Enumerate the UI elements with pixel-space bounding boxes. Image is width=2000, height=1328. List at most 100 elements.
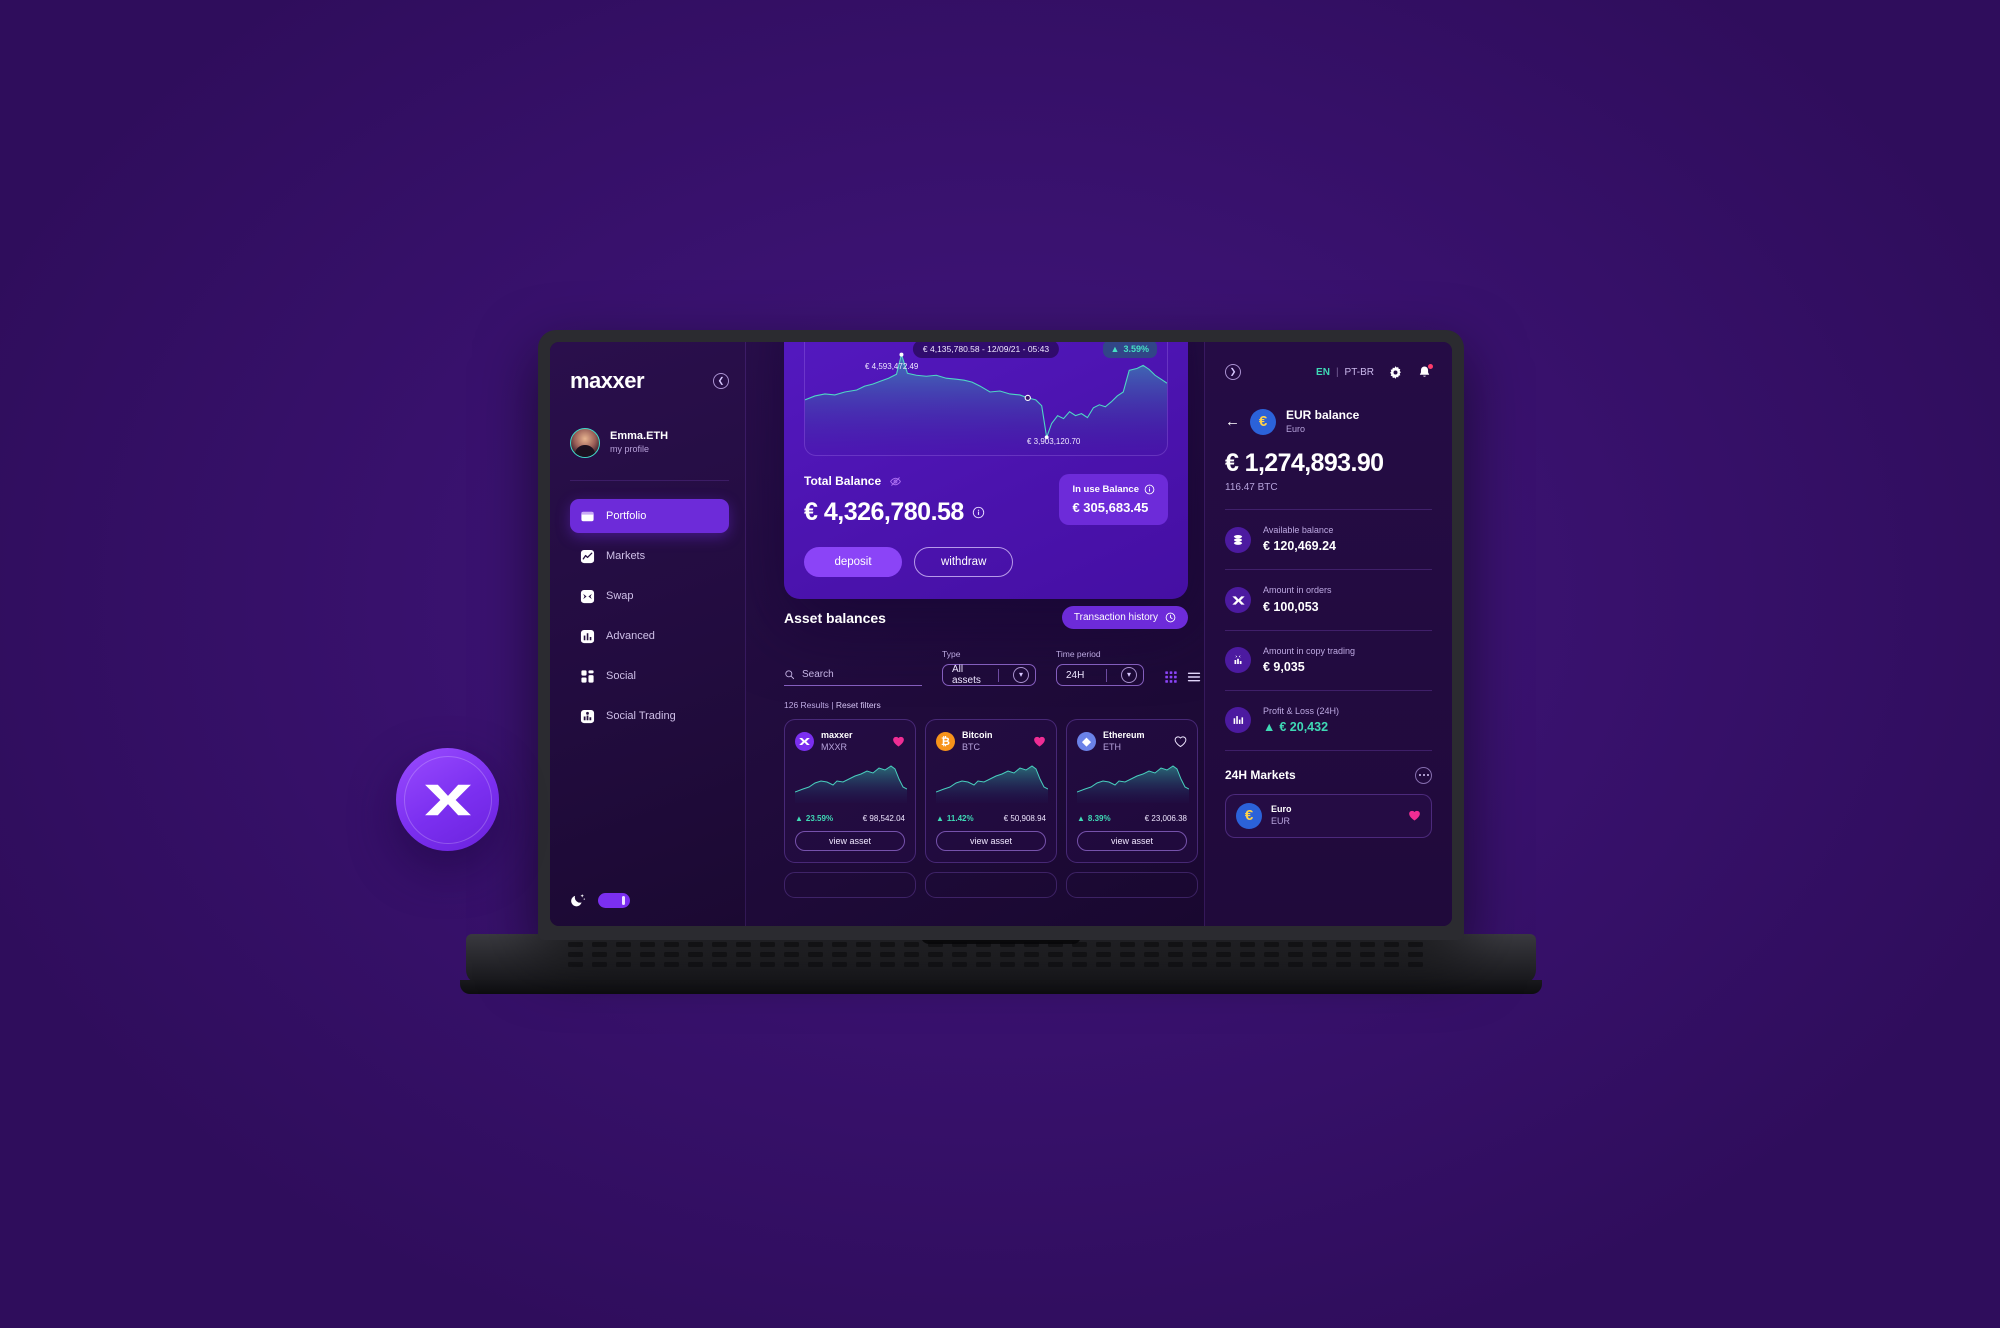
right-panel: ❯ EN | PT-BR ← € EUR balance Euro € 1,27… <box>1204 342 1452 926</box>
search-input[interactable]: Search <box>784 669 922 686</box>
sidebar-item-markets[interactable]: Markets <box>570 539 729 573</box>
moon-stars-icon <box>571 894 586 907</box>
time-filter-label: Time period <box>1056 649 1101 659</box>
copy-trading-icon <box>1225 647 1251 674</box>
currency-balance: € 1,274,893.90 <box>1225 449 1384 478</box>
stat-amount-in-orders: Amount in orders € 100,053 <box>1225 570 1432 631</box>
asset-card-header: ◆ Ethereum ETH <box>1077 730 1187 753</box>
dark-mode-toggle[interactable] <box>598 892 630 908</box>
in-use-balance-value: € 305,683.45 <box>1072 500 1149 515</box>
chevron-right-circle-icon[interactable]: ❯ <box>1225 364 1241 380</box>
main-content: Portfolio 13/09/21 - 18/09/21 ▾ <box>746 342 1204 926</box>
total-balance-value-row: € 4,326,780.58 <box>804 498 985 527</box>
portfolio-card: Portfolio 13/09/21 - 18/09/21 ▾ <box>784 342 1188 599</box>
up-arrow-icon: ▲ <box>1263 719 1276 734</box>
coin-icon-eur: € <box>1250 408 1276 435</box>
floating-logo-badge <box>396 748 499 851</box>
view-mode-toggles <box>1164 670 1201 686</box>
heart-filled-icon[interactable] <box>892 735 905 748</box>
sidebar-item-advanced[interactable]: Advanced <box>570 619 729 653</box>
asset-card-stats: ▲ 11.42% € 50,908.94 <box>936 814 1046 823</box>
stat-value: € 120,469.24 <box>1263 539 1336 554</box>
sidebar-item-label: Portfolio <box>606 510 647 522</box>
notifications[interactable] <box>1417 363 1433 380</box>
asset-symbol: BTC <box>962 741 980 752</box>
view-asset-button[interactable]: view asset <box>936 831 1046 852</box>
asset-symbol: ETH <box>1103 741 1121 752</box>
info-icon[interactable] <box>972 506 985 519</box>
asset-card[interactable]: ◆ Ethereum ETH ▲ 8.39% € 23,006.38 view … <box>1066 719 1198 864</box>
language-en[interactable]: EN <box>1316 367 1330 378</box>
language-switcher[interactable]: EN | PT-BR <box>1316 367 1374 378</box>
search-icon <box>785 670 795 680</box>
view-asset-button[interactable]: view asset <box>795 831 905 852</box>
asset-card[interactable] <box>925 872 1057 899</box>
sidebar-collapse-icon[interactable]: ❮ <box>713 373 729 389</box>
chevron-down-circle-icon[interactable]: ▾ <box>1013 667 1029 683</box>
time-filter-select[interactable]: 24H ▾ <box>1056 664 1144 686</box>
transaction-history-button[interactable]: Transaction history <box>1061 606 1188 629</box>
action-buttons: deposit withdraw <box>804 547 1168 577</box>
profile-name: Emma.ETH <box>610 430 669 443</box>
stat-label: Amount in orders <box>1263 585 1332 596</box>
market-row[interactable]: € Euro EUR <box>1225 793 1432 838</box>
type-filter-select[interactable]: All assets ▾ <box>942 664 1036 686</box>
coin-icon-eur: € <box>1236 802 1262 829</box>
heart-filled-icon[interactable] <box>1033 735 1046 748</box>
sidebar-item-swap[interactable]: Swap <box>570 579 729 613</box>
user-profile[interactable]: Emma.ETH my profile <box>570 428 729 481</box>
change-value: 3.59% <box>1123 344 1149 354</box>
withdraw-button[interactable]: withdraw <box>914 547 1014 577</box>
results-count: 126 Results <box>784 700 829 710</box>
sidebar-item-label: Advanced <box>606 630 655 642</box>
coins-stack-icon <box>1225 526 1251 553</box>
asset-card[interactable] <box>784 872 916 899</box>
sidebar-item-social-trading[interactable]: Social Trading <box>570 699 729 733</box>
market-symbol: EUR <box>1271 815 1291 826</box>
chart-high-label: € 4,593,472.49 <box>865 362 919 371</box>
heart-outline-icon[interactable] <box>1174 735 1187 748</box>
time-filter-wrapper: Time period 24H ▾ <box>1056 649 1144 686</box>
asset-sparkline <box>1076 765 1190 804</box>
grid-view-icon[interactable] <box>1164 670 1178 684</box>
laptop-mockup: maxxer ❮ Emma.ETH my profile Portfolio M… <box>460 330 1542 1020</box>
asset-change-value: 23.59% <box>805 814 834 824</box>
eye-off-icon[interactable] <box>889 475 902 488</box>
total-balance-block: Total Balance € 4,326,780.58 <box>804 474 985 527</box>
portfolio-chart-svg <box>805 352 1167 455</box>
asset-card[interactable] <box>1066 872 1198 899</box>
change-badge: ▲ 3.59% <box>1102 342 1157 358</box>
results-row: 126 Results | Reset filters <box>784 700 1204 710</box>
asset-card[interactable]: ₿ Bitcoin BTC ▲ 11.42% € 50,908.94 view … <box>925 719 1057 864</box>
list-view-icon[interactable] <box>1187 670 1201 684</box>
info-icon[interactable] <box>1144 484 1155 495</box>
in-use-label-row: In use Balance <box>1072 484 1155 495</box>
type-filter-wrapper: Type All assets ▾ <box>942 649 1036 686</box>
asset-balances-title: Asset balances <box>784 609 886 626</box>
asset-card[interactable]: maxxer MXXR ▲ 23.59% € 98,542.04 view as… <box>784 719 916 864</box>
heart-filled-icon[interactable] <box>1408 809 1421 822</box>
asset-change: ▲ 11.42% <box>936 814 974 823</box>
more-dots-icon[interactable] <box>1415 766 1432 784</box>
deposit-button[interactable]: deposit <box>804 547 902 577</box>
view-asset-button[interactable]: view asset <box>1077 831 1187 852</box>
total-balance-label-row: Total Balance <box>804 474 985 488</box>
asset-price: € 50,908.94 <box>1003 814 1046 824</box>
asset-change-value: 8.39% <box>1087 814 1111 824</box>
sidebar-item-label: Social <box>606 670 636 682</box>
theme-toggle-row[interactable] <box>570 892 630 908</box>
stat-value: € 100,053 <box>1263 599 1319 614</box>
avatar <box>570 428 600 458</box>
chevron-down-circle-icon[interactable]: ▾ <box>1121 667 1137 683</box>
stat-available-balance: Available balance € 120,469.24 <box>1225 510 1432 571</box>
language-ptbr[interactable]: PT-BR <box>1345 367 1374 378</box>
sidebar-item-portfolio[interactable]: Portfolio <box>570 499 729 533</box>
asset-card-stats: ▲ 8.39% € 23,006.38 <box>1077 814 1187 823</box>
gear-icon[interactable] <box>1388 365 1403 380</box>
sidebar-item-social[interactable]: Social <box>570 659 729 693</box>
reset-filters-link[interactable]: Reset filters <box>836 700 881 710</box>
brand-row: maxxer ❮ <box>570 368 729 394</box>
arrow-left-icon[interactable]: ← <box>1225 414 1240 429</box>
stat-amount-in-copy-trading: Amount in copy trading € 9,035 <box>1225 631 1432 691</box>
asset-change: ▲ 8.39% <box>1077 814 1111 823</box>
